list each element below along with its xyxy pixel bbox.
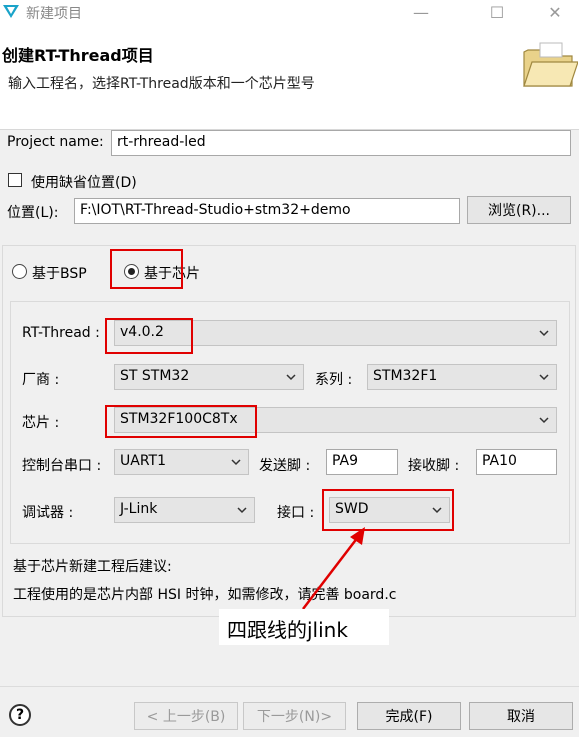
help-icon[interactable]: ? [9,704,31,726]
annotation-label: 四跟线的jlink [219,609,389,645]
footer-divider [0,686,579,687]
cancel-button[interactable]: 取消 [469,702,573,730]
back-button[interactable]: < 上一步(B) [134,702,238,730]
finish-button[interactable]: 完成(F) [357,702,461,730]
next-button[interactable]: 下一步(N)> [243,702,346,730]
